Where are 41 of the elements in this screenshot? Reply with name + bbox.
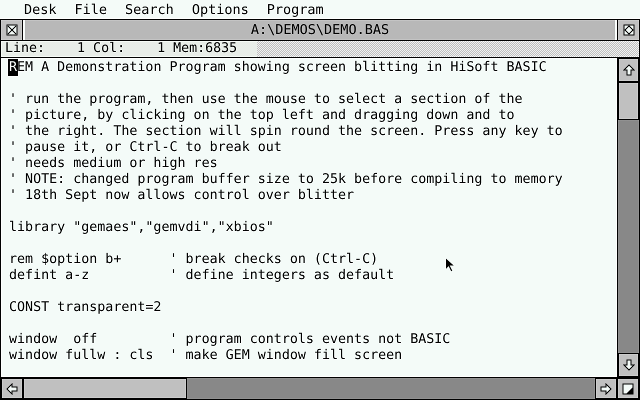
code-line: ' NOTE: changed program buffer size to 25k before compiling to memory	[9, 172, 563, 188]
code-line: defint a-z ' define integers as default	[9, 268, 394, 284]
left-arrow-icon	[6, 382, 18, 394]
up-arrow-icon	[622, 64, 634, 76]
horizontal-scrollbar[interactable]	[23, 378, 595, 399]
code-line: REM A Demonstration Program showing screen blitting in HiSoft BASIC	[9, 60, 547, 76]
scroll-thumb[interactable]	[618, 82, 639, 120]
resize-handle[interactable]	[617, 378, 639, 399]
scroll-right-button[interactable]	[595, 378, 617, 399]
scroll-down-button[interactable]	[618, 353, 639, 377]
code-line: ' run the program, then use the mouse to select a section of the	[9, 92, 523, 108]
status-text: Line: 1 Col: 1 Mem:6835	[1, 41, 257, 57]
menu-item[interactable]: Program	[266, 2, 324, 18]
menu-item[interactable]: File	[74, 2, 108, 18]
scroll-thumb[interactable]	[23, 378, 187, 399]
scroll-up-button[interactable]	[618, 58, 639, 82]
code-line: ' 18th Sept now allows control over blitter	[9, 188, 354, 204]
mouse-pointer-icon	[445, 257, 456, 273]
close-icon	[6, 24, 18, 36]
code-line: ' picture, by clicking on the top left and dragging down and to	[9, 108, 515, 124]
close-button[interactable]	[1, 20, 23, 40]
code-line: ' the right. The section will spin round the screen. Press any key to	[9, 124, 563, 140]
code-line: CONST transparent=2	[9, 300, 162, 316]
right-arrow-icon	[600, 382, 612, 394]
vertical-scrollbar[interactable]	[618, 82, 639, 353]
code-line: library "gemaes","gemvdi","xbios"	[9, 220, 274, 236]
resize-icon	[622, 382, 634, 394]
menu-item[interactable]: Options	[192, 2, 249, 18]
code-line: ' needs medium or high res	[9, 156, 218, 172]
code-line: window fullw : cls ' make GEM window fill screen	[9, 348, 402, 364]
menu-item[interactable]: Desk	[24, 2, 57, 18]
scroll-left-button[interactable]	[1, 378, 23, 399]
window-title: A:\DEMOS\DEMO.BAS	[250, 22, 390, 38]
title-bar[interactable]: A:\DEMOS\DEMO.BAS	[23, 20, 617, 40]
diamond-icon	[622, 24, 634, 36]
code-line: ' pause it, or Ctrl-C to break out	[9, 140, 282, 156]
menu-item[interactable]: Search	[125, 2, 174, 18]
down-arrow-icon	[622, 359, 634, 371]
code-line: rem $option b+ ' break checks on (Ctrl-C)	[9, 252, 378, 268]
code-line: window off ' program controls events not BASIC	[9, 332, 450, 348]
fuller-button[interactable]	[617, 20, 639, 40]
